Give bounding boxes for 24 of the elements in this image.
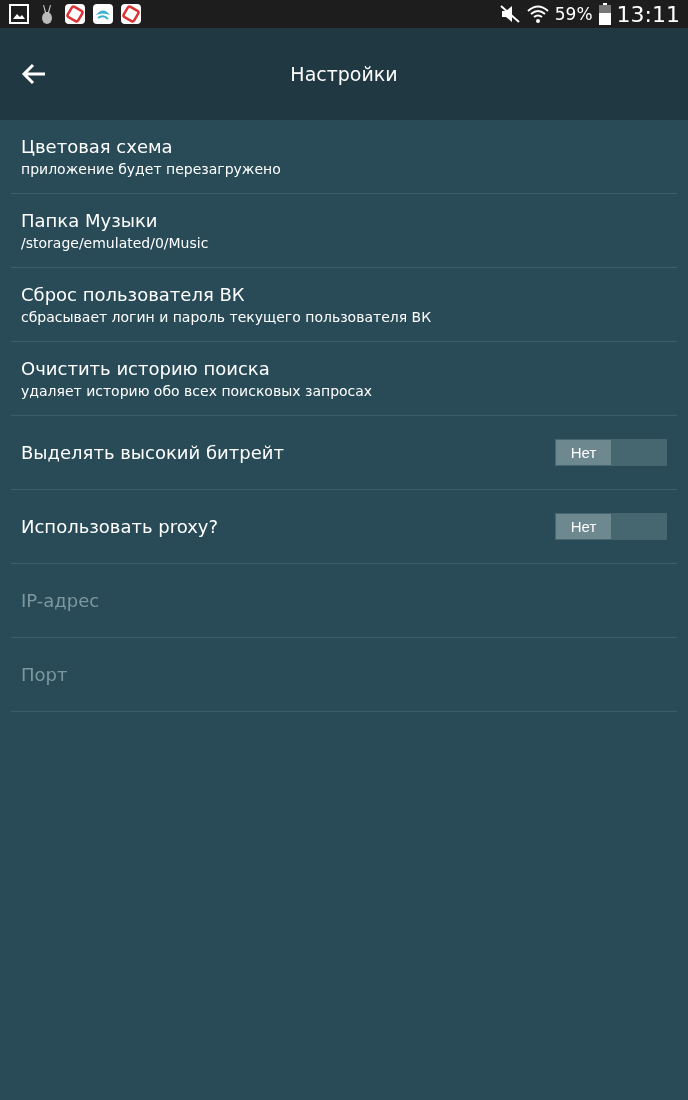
setting-title[interactable]: Цветовая схема: [21, 136, 667, 157]
setting-summary: /storage/emulated/0/Music: [21, 235, 210, 251]
setting-title[interactable]: Очистить историю поиска: [21, 358, 667, 379]
setting-title[interactable]: Выделять высокий битрейт: [21, 442, 555, 463]
toggle-switch[interactable]: Нет: [555, 513, 667, 540]
battery-icon: [598, 3, 611, 25]
gallery-notification-icon: [8, 3, 30, 25]
app-notification-icon: [64, 3, 86, 25]
wifi-icon: [526, 3, 549, 25]
setting-title[interactable]: Сброс пользователя ВК: [21, 284, 667, 305]
setting-summary: приложение будет перезагружено: [21, 161, 282, 177]
setting-title[interactable]: Использовать proxy?: [21, 516, 555, 537]
setting-title: IP-адрес: [21, 590, 101, 611]
setting-summary: сбрасывает логин и пароль текущего пользователя ВК: [21, 309, 433, 325]
app-notification-icon: [120, 3, 142, 25]
battery-percentage: 59%: [554, 4, 593, 24]
mute-icon: [498, 3, 521, 25]
app-notification-icon: [92, 3, 114, 25]
setting-title[interactable]: Папка Музыки: [21, 210, 667, 231]
toolbar-title: Настройки: [290, 63, 398, 85]
clock: 13:11: [616, 1, 680, 27]
setting-summary: удаляет историю обо всех поисковых запросах: [21, 383, 374, 399]
toggle-switch[interactable]: Нет: [555, 439, 667, 466]
setting-title: Порт: [21, 664, 69, 685]
